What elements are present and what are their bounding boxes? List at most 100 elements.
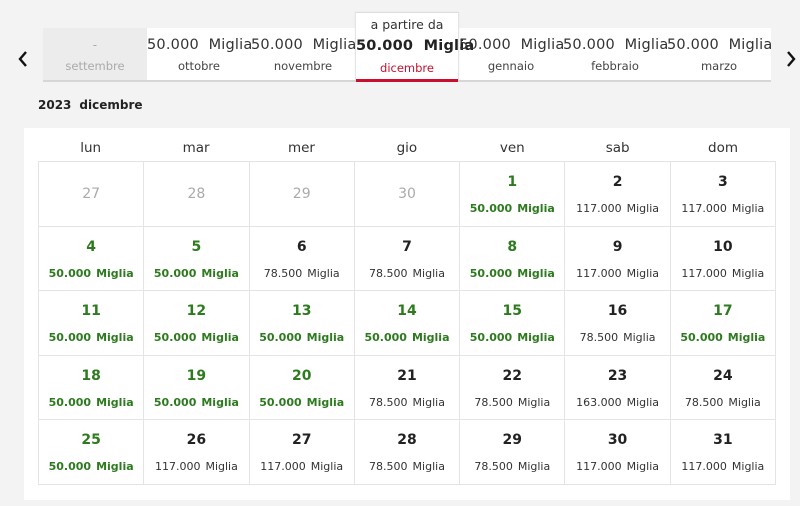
month-name: ottobre [178,59,220,73]
day-cell[interactable]: 7 78.500 Miglia [354,226,461,292]
month-price-value: 50.000 [147,37,199,53]
month-tab-dicembre[interactable]: a partire da 50.000 Miglia dicembre [355,12,474,82]
day-price-value: 50.000 [153,395,197,409]
day-price-unit: Miglia [626,266,659,280]
day-cell[interactable]: 9 117.000 Miglia [565,226,671,292]
month-price: - [43,38,147,52]
day-price-value: 50.000 [469,202,513,215]
month-tab-novembre[interactable]: 50.000 Miglia novembre [251,28,356,80]
day-price-unit: Miglia [96,395,134,409]
month-price-value: 50.000 [356,38,414,54]
day-price-value: 78.500 [369,460,408,474]
day-cell[interactable]: 30 117.000 Miglia [565,420,671,485]
month-tab-marzo[interactable]: 50.000 Miglia marzo [667,28,772,80]
day-number: 11 [81,303,101,320]
day-number: 26 [186,432,207,449]
weekday-sab: sab [605,140,630,156]
day-cell[interactable]: 10 117.000 Miglia [670,226,776,292]
day-price: 163.000 Miglia [565,396,669,409]
day-price: 50.000 Miglia [39,267,143,280]
day-cell[interactable]: 3 117.000 Miglia [670,162,776,227]
day-cell[interactable]: 27 117.000 Miglia [249,420,355,485]
month-tab-febbraio[interactable]: 50.000 Miglia febbraio [563,28,668,80]
day-cell[interactable]: 15 50.000 Miglia [460,291,566,356]
day-cell[interactable]: 1 50.000 Miglia [460,162,566,227]
month-price: 50.000 Miglia [563,37,668,53]
day-price-value: 78.500 [684,395,724,409]
weekday-gio: gio [396,140,418,156]
day-price-unit: Miglia [205,460,238,474]
day-price: 50.000 Miglia [39,460,143,473]
month-tab-gennaio[interactable]: 50.000 Miglia gennaio [459,28,564,80]
day-number: 3 [717,174,728,190]
day-cell[interactable]: 17 50.000 Miglia [670,291,776,356]
day-cell: 29 [249,162,355,227]
day-cell[interactable]: 4 50.000 Miglia [39,226,145,292]
day-cell[interactable]: 18 50.000 Miglia [39,355,145,421]
day-price-unit: Miglia [517,331,555,345]
day-price: 78.500 Miglia [460,460,564,473]
weekday-mer: mer [287,140,315,156]
chevron-left-icon[interactable] [16,48,30,70]
day-cell[interactable]: 24 78.500 Miglia [670,355,776,421]
day-cell: 30 [354,162,461,227]
month-tab-settembre: - settembre [43,28,147,80]
day-cell[interactable]: 13 50.000 Miglia [249,291,355,356]
month-price-unit: Miglia [208,37,253,53]
month-price: 50.000 Miglia [667,37,772,53]
month-price: 50.000 Miglia [147,37,253,53]
calendar: lun mar mer gio ven sab dom 27 28 29 30 1 50.000 Mig… [24,128,790,500]
month-price-value: 50.000 [459,37,511,53]
weekday-lun: lun [80,140,102,156]
day-number: 27 [291,432,312,449]
chevron-right-icon[interactable] [784,48,798,70]
day-price-unit: Miglia [517,266,555,280]
day-number: 23 [607,367,628,384]
day-cell[interactable]: 11 50.000 Miglia [39,291,145,356]
day-cell[interactable]: 23 163.000 Miglia [565,355,671,421]
day-price: 50.000 Miglia [671,331,775,344]
day-cell[interactable]: 29 78.500 Miglia [460,420,566,485]
day-number: 10 [713,238,733,255]
day-number: 25 [81,432,101,449]
day-cell[interactable]: 22 78.500 Miglia [460,355,566,421]
day-cell[interactable]: 16 78.500 Miglia [565,291,671,356]
day-cell[interactable]: 25 50.000 Miglia [39,420,145,485]
day-cell[interactable]: 5 50.000 Miglia [144,226,250,292]
day-number: 12 [186,303,207,320]
day-number: 1 [507,174,518,190]
day-cell[interactable]: 20 50.000 Miglia [249,355,355,421]
day-number: 24 [713,367,733,384]
day-price-unit: Miglia [517,395,551,409]
day-price-unit: Miglia [96,460,134,474]
month-tab-ottobre[interactable]: 50.000 Miglia ottobre [147,28,253,80]
day-number: 2 [612,174,623,190]
day-number: 14 [397,303,417,320]
day-price-unit: Miglia [731,202,765,215]
day-cell[interactable]: 8 50.000 Miglia [460,226,566,292]
month-price-value: 50.000 [251,37,303,53]
day-cell[interactable]: 26 117.000 Miglia [144,420,250,485]
day-price: 50.000 Miglia [250,396,354,409]
day-price-unit: Miglia [728,395,761,409]
day-price-value: 50.000 [153,266,197,280]
day-price-value: 78.500 [579,331,619,345]
day-price-value: 78.500 [369,266,408,280]
day-cell[interactable]: 12 50.000 Miglia [144,291,250,356]
day-cell[interactable]: 31 117.000 Miglia [670,420,776,485]
day-grid: 27 28 29 30 1 50.000 Miglia 2 117.000 Miglia 3 117.… [38,161,776,485]
day-price: 78.500 Miglia [355,267,459,280]
day-cell[interactable]: 14 50.000 Miglia [354,291,461,356]
day-cell[interactable]: 19 50.000 Miglia [144,355,250,421]
day-price: 117.000 Miglia [671,460,775,473]
day-number: 28 [397,432,417,449]
day-price: 117.000 Miglia [565,267,669,280]
day-price-unit: Miglia [626,460,659,474]
day-cell[interactable]: 2 117.000 Miglia [565,162,671,227]
month-price: 50.000 Miglia [356,38,474,54]
month-from-label: a partire da [370,17,444,32]
day-price: 50.000 Miglia [144,331,248,344]
day-cell[interactable]: 28 78.500 Miglia [354,420,461,485]
day-cell[interactable]: 21 78.500 Miglia [354,355,461,421]
day-cell[interactable]: 6 78.500 Miglia [249,226,355,292]
